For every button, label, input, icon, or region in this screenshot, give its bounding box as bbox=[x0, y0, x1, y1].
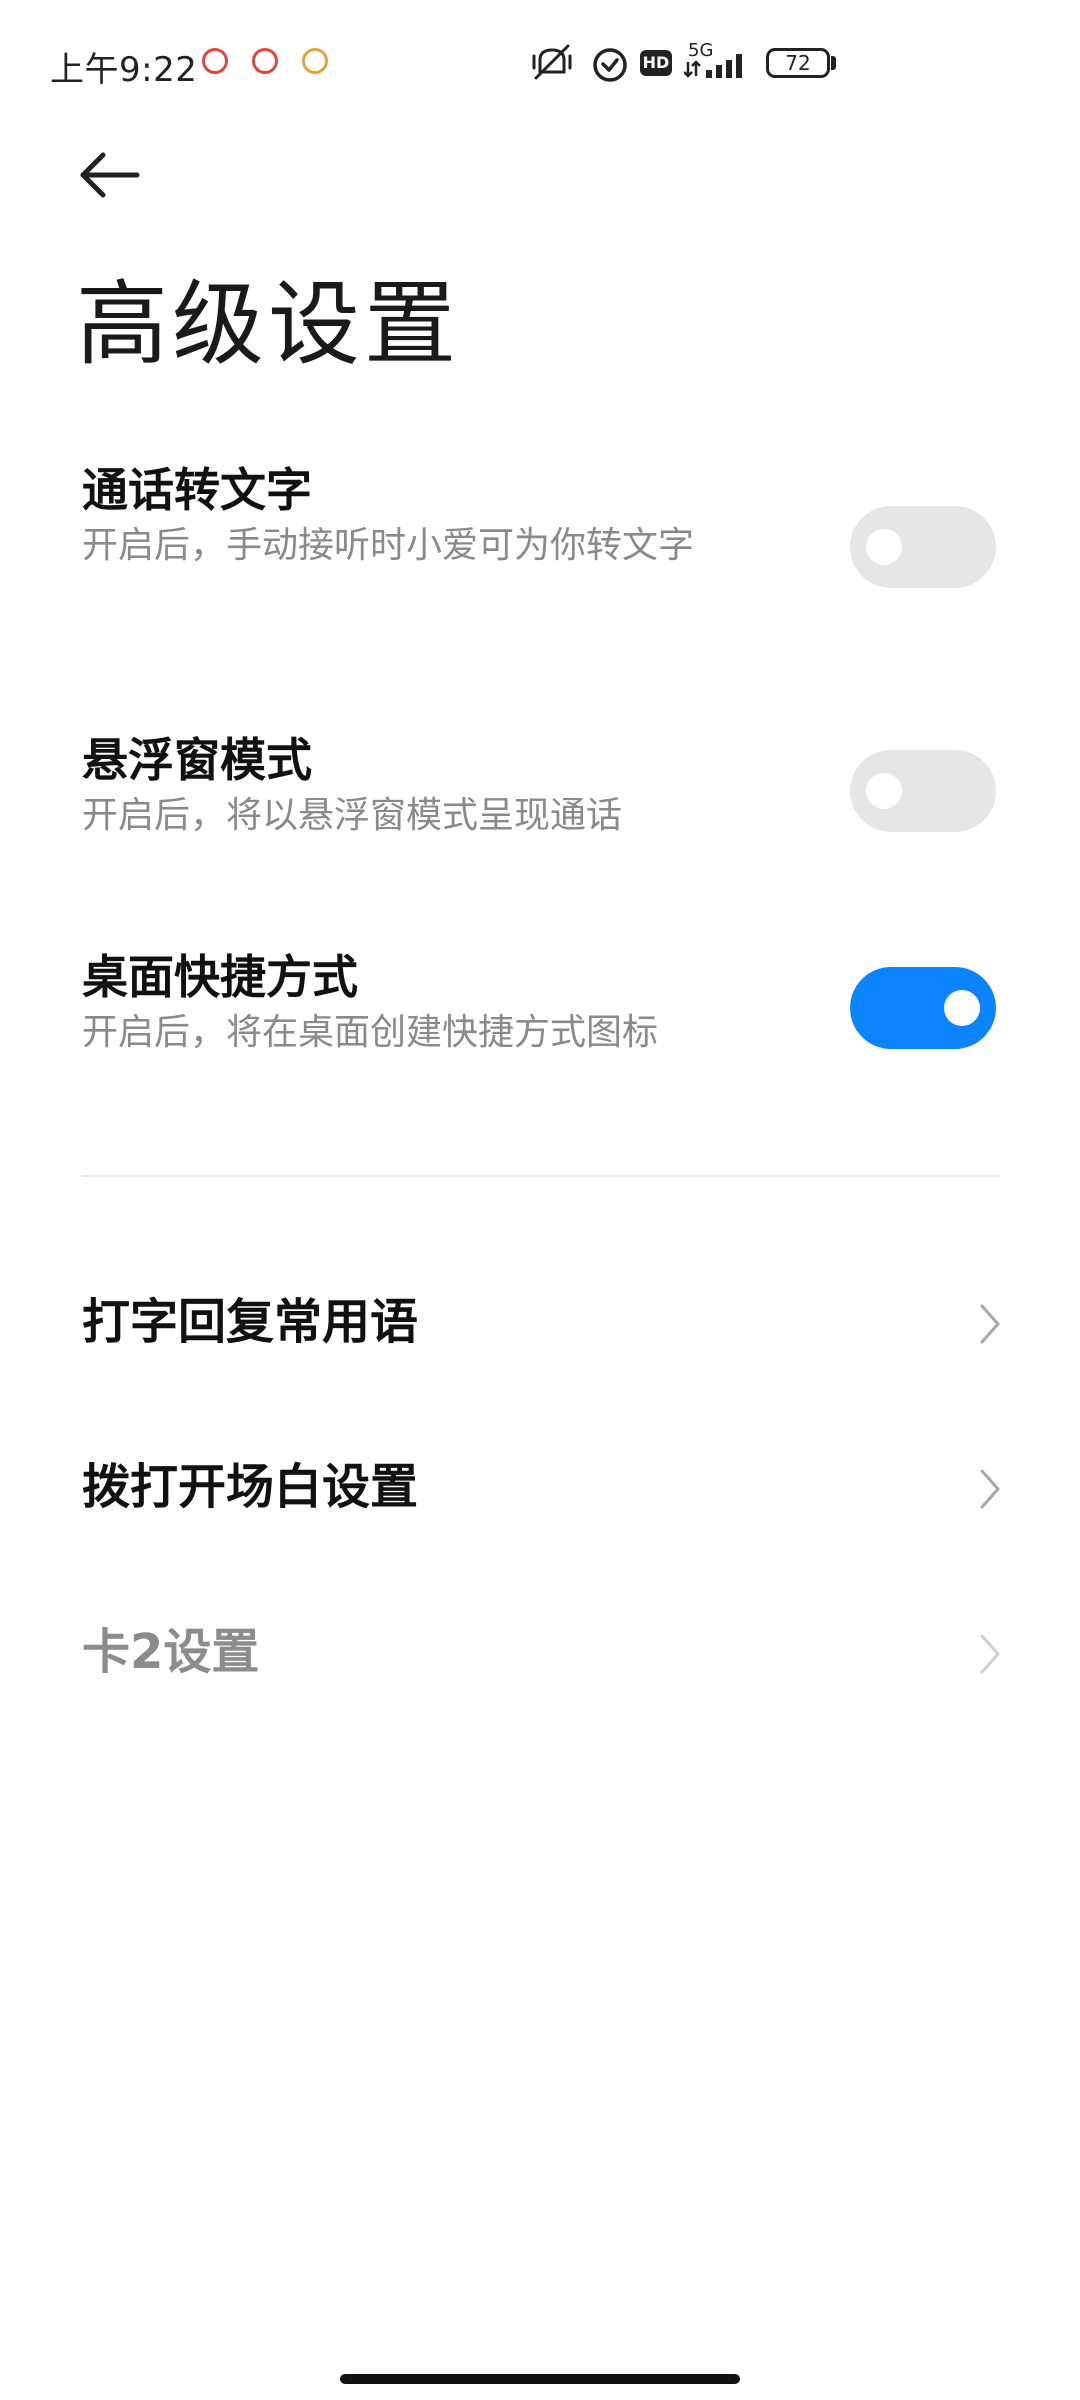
setting-title: 通话转文字 bbox=[82, 463, 312, 517]
alarm-icon bbox=[593, 48, 627, 82]
setting-description: 开启后，将以悬浮窗模式呈现通话 bbox=[82, 795, 623, 836]
nav-label: 卡2设置 bbox=[82, 1624, 260, 1680]
hd-icon: HD bbox=[640, 50, 672, 76]
setting-row-desktop-shortcut: 桌面快捷方式 开启后，将在桌面创建快捷方式图标 bbox=[82, 947, 1002, 1067]
setting-row-floating-window: 悬浮窗模式 开启后，将以悬浮窗模式呈现通话 bbox=[82, 730, 1002, 850]
nav-row-opening-remarks[interactable]: 拨打开场白设置 bbox=[82, 1427, 1002, 1547]
section-divider bbox=[82, 1175, 1000, 1177]
back-button[interactable] bbox=[70, 140, 150, 210]
signal-icon bbox=[684, 54, 742, 78]
battery-icon: 72 bbox=[766, 48, 830, 78]
nav-label: 打字回复常用语 bbox=[82, 1294, 419, 1350]
setting-description: 开启后，手动接听时小爱可为你转文字 bbox=[82, 525, 695, 566]
status-bar: 上午9:22 HD 5G 72 bbox=[0, 0, 1080, 130]
page-title: 高级设置 bbox=[76, 271, 461, 378]
setting-row-call-to-text: 通话转文字 开启后，手动接听时小爱可为你转文字 bbox=[82, 460, 1002, 630]
setting-description: 开启后，将在桌面创建快捷方式图标 bbox=[82, 1012, 659, 1053]
toggle-knob bbox=[866, 529, 902, 565]
toggle-knob bbox=[866, 773, 902, 809]
floating-window-toggle[interactable] bbox=[850, 750, 996, 832]
toggle-knob bbox=[944, 990, 980, 1026]
mute-vibrate-icon bbox=[532, 44, 572, 80]
battery-tip bbox=[831, 56, 836, 70]
chevron-right-icon bbox=[980, 1634, 1000, 1674]
nav-row-quick-replies[interactable]: 打字回复常用语 bbox=[82, 1262, 1002, 1382]
nav-label: 拨打开场白设置 bbox=[82, 1459, 419, 1515]
app-notification-icon bbox=[302, 48, 328, 74]
nav-row-sim2-settings[interactable]: 卡2设置 bbox=[82, 1592, 1002, 1712]
call-to-text-toggle[interactable] bbox=[850, 506, 996, 588]
status-time: 上午9:22 bbox=[50, 50, 198, 90]
app-notification-icon bbox=[202, 48, 228, 74]
back-arrow-icon bbox=[80, 152, 140, 198]
desktop-shortcut-toggle[interactable] bbox=[850, 967, 996, 1049]
app-notification-icon bbox=[252, 48, 278, 74]
chevron-right-icon bbox=[980, 1304, 1000, 1344]
home-indicator[interactable] bbox=[340, 2374, 740, 2384]
chevron-right-icon bbox=[980, 1469, 1000, 1509]
